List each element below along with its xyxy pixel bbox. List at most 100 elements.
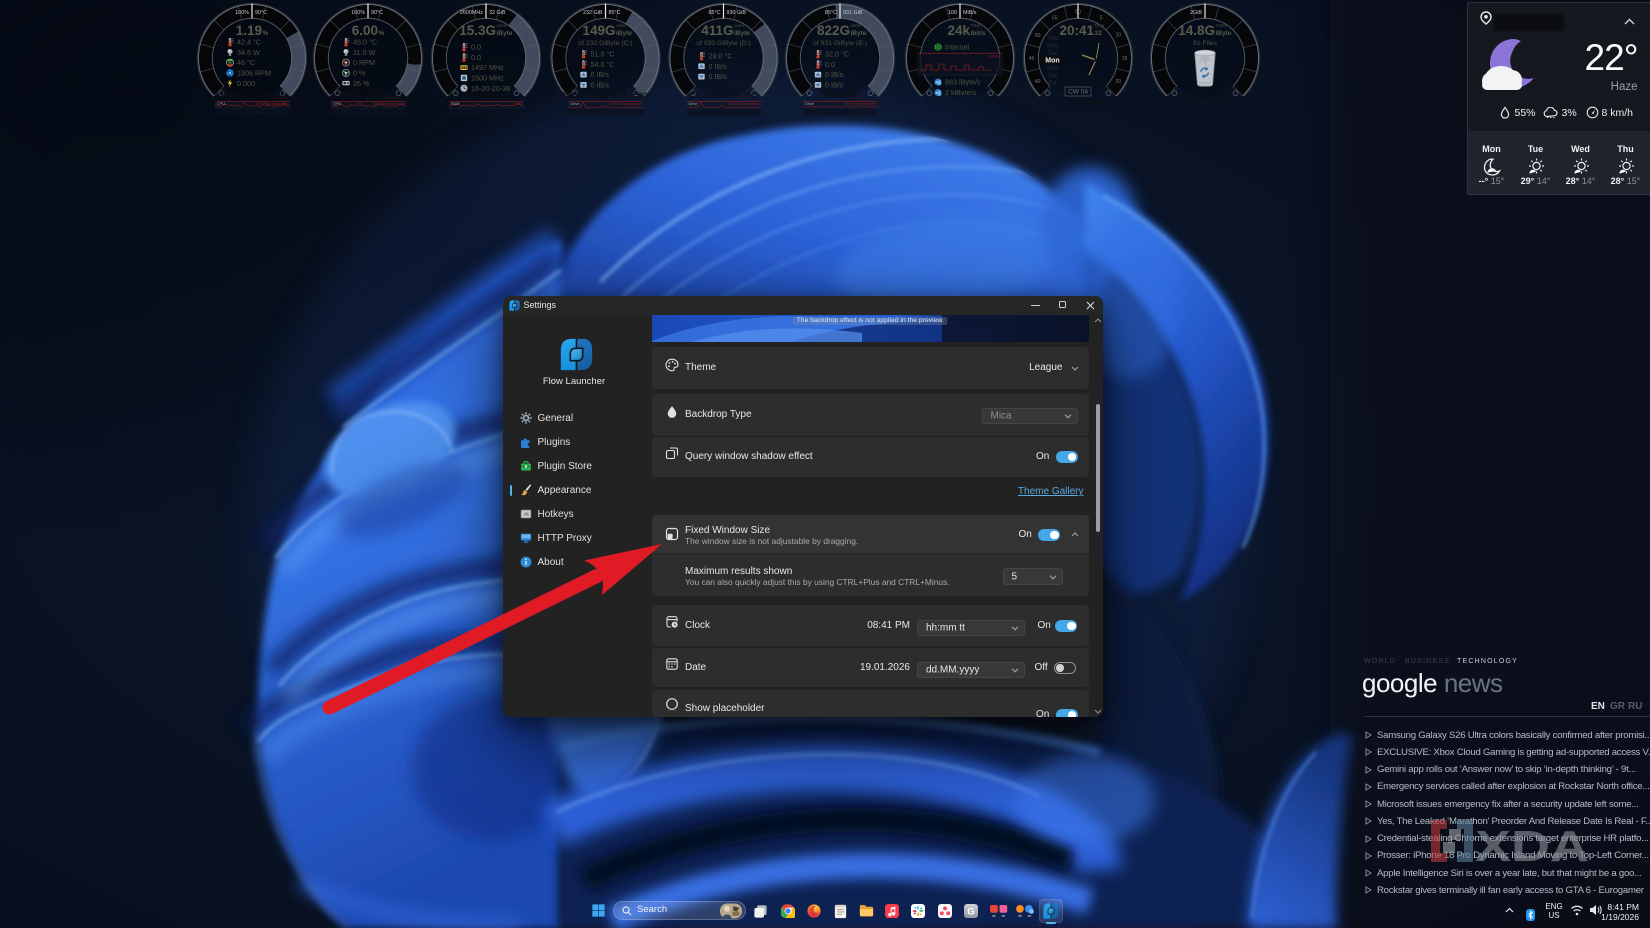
- svg-text:Crucial MX500: Crucial MX500: [689, 90, 758, 101]
- svg-text:Upload: Upload: [988, 55, 1000, 59]
- svg-text:of 931 GiByte (E:): of 931 GiByte (E:): [813, 40, 867, 47]
- svg-text:GTX 1660 Ti: GTX 1660 Ti: [339, 90, 396, 101]
- svg-text:1.19: 1.19: [236, 23, 262, 38]
- svg-text:used: used: [497, 23, 507, 28]
- svg-text:Fri: Fri: [1049, 81, 1056, 87]
- svg-text:0.000: 0.000: [237, 79, 255, 88]
- svg-text:CPU Die (average): CPU Die (average): [256, 102, 289, 106]
- svg-text:100%: 100%: [235, 10, 249, 16]
- svg-text:RAM: RAM: [514, 102, 522, 106]
- svg-text:Sun: Sun: [1047, 66, 1058, 72]
- svg-text:Internet: Internet: [945, 43, 969, 52]
- svg-text:Time: Time: [1095, 23, 1105, 28]
- svg-text:930 GiB: 930 GiB: [727, 10, 747, 16]
- svg-text:32: 32: [1095, 30, 1103, 37]
- svg-text:01-19-2026: 01-19-2026: [1052, 98, 1104, 109]
- svg-text:%: %: [263, 30, 269, 37]
- svg-text:Drive Temperature: Drive Temperature: [845, 102, 876, 106]
- svg-text:CW 04: CW 04: [1068, 89, 1088, 96]
- svg-text:MiB/s: MiB/s: [963, 10, 977, 16]
- svg-text:411G: 411G: [701, 23, 733, 38]
- svg-text:931 GiB: 931 GiB: [843, 10, 863, 16]
- svg-text:iByte: iByte: [497, 30, 513, 37]
- svg-text:Wed: Wed: [1046, 44, 1058, 50]
- svg-text:Drive: Drive: [805, 102, 814, 106]
- svg-text:46.0 °C: 46.0 °C: [353, 38, 377, 47]
- svg-text:Trash: Trash: [1216, 23, 1228, 28]
- svg-text:0 RPM: 0 RPM: [353, 58, 375, 67]
- svg-text:1906 RPM: 1906 RPM: [237, 69, 271, 78]
- svg-text:%: %: [379, 30, 385, 37]
- svg-text:45: 45: [1029, 56, 1035, 62]
- svg-text:100%: 100%: [351, 10, 365, 16]
- svg-text:40: 40: [1035, 79, 1041, 85]
- svg-text:ibit/s: ibit/s: [971, 30, 987, 37]
- svg-text:81 Files: 81 Files: [1193, 40, 1217, 47]
- svg-text:32 GiB: 32 GiB: [489, 10, 506, 16]
- svg-text:used: used: [851, 23, 861, 28]
- svg-text:Drive Temperature: Drive Temperature: [728, 102, 759, 106]
- svg-text:20:41: 20:41: [1059, 23, 1094, 38]
- svg-text:Mon: Mon: [1045, 58, 1059, 65]
- svg-text:32.0 °C: 32.0 °C: [825, 50, 849, 59]
- svg-text:0 IB/s: 0 IB/s: [591, 81, 610, 90]
- svg-text:Drive Temperature: Drive Temperature: [610, 102, 641, 106]
- svg-text:0 IB/s: 0 IB/s: [825, 70, 844, 79]
- svg-text:20: 20: [1116, 79, 1122, 85]
- svg-text:0 IB/s: 0 IB/s: [591, 70, 610, 79]
- svg-text:of 232 GiByte (C:): of 232 GiByte (C:): [578, 40, 632, 47]
- svg-text:54.0 °C: 54.0 °C: [591, 60, 615, 69]
- svg-text:0 IB/s: 0 IB/s: [825, 81, 844, 90]
- svg-text:iByte: iByte: [1216, 30, 1232, 37]
- svg-text:used: used: [734, 23, 744, 28]
- svg-text:CPU: CPU: [217, 102, 225, 106]
- svg-text:0 %: 0 %: [353, 69, 366, 78]
- svg-text:of 930 GiByte (D:): of 930 GiByte (D:): [696, 40, 750, 47]
- svg-text:0 IB/s: 0 IB/s: [709, 72, 728, 81]
- svg-text:RAM: RAM: [451, 102, 459, 106]
- svg-text:85°C: 85°C: [708, 10, 720, 16]
- svg-text:Ryzen 5 3600: Ryzen 5 3600: [221, 90, 284, 101]
- svg-text:2GiB: 2GiB: [1190, 10, 1202, 16]
- svg-text:15: 15: [1122, 56, 1128, 62]
- svg-text:Recycle Bin: Recycle Bin: [1177, 93, 1234, 104]
- svg-text:822G: 822G: [817, 23, 850, 38]
- svg-text:iByte: iByte: [734, 30, 750, 37]
- svg-text:90°C: 90°C: [255, 10, 267, 16]
- svg-text:149G: 149G: [582, 23, 615, 38]
- svg-text:iByte: iByte: [851, 30, 867, 37]
- svg-text:Drive: Drive: [571, 102, 580, 106]
- svg-text:2 kiByte/s: 2 kiByte/s: [945, 88, 977, 97]
- svg-text:46 °C: 46 °C: [237, 58, 255, 67]
- svg-text:Drive: Drive: [689, 102, 698, 106]
- svg-text:GPU: GPU: [333, 102, 341, 106]
- svg-text:55: 55: [1052, 16, 1058, 22]
- svg-text:0.0: 0.0: [825, 60, 835, 69]
- svg-text:XDA: XDA: [1475, 822, 1589, 866]
- svg-text:5: 5: [1100, 16, 1103, 22]
- svg-text:Sat: Sat: [1048, 74, 1057, 80]
- svg-text:15.3G: 15.3G: [459, 23, 496, 38]
- svg-text:1500 MHz: 1500 MHz: [471, 74, 504, 83]
- svg-text:iByte: iByte: [616, 30, 632, 37]
- svg-text:2600MHz: 2600MHz: [460, 10, 483, 16]
- svg-text:34.6 W: 34.6 W: [237, 48, 260, 57]
- svg-text:11.0 W: 11.0 W: [353, 48, 375, 57]
- svg-text:90°C: 90°C: [371, 10, 383, 16]
- svg-text:GPU Temperature: GPU Temperature: [373, 102, 404, 106]
- svg-text:1497 MHz: 1497 MHz: [471, 63, 504, 72]
- svg-text:29.0 °C: 29.0 °C: [709, 52, 733, 61]
- svg-text:60: 60: [1075, 10, 1081, 16]
- svg-text:Storage: Storage: [821, 90, 859, 101]
- svg-text:0 IB/s: 0 IB/s: [709, 62, 728, 71]
- svg-text:Total: Total: [971, 23, 981, 28]
- svg-text:42.4 °C: 42.4 °C: [237, 38, 261, 47]
- svg-text:100: 100: [948, 10, 957, 16]
- svg-text:G: G: [967, 907, 974, 918]
- svg-text:0.0: 0.0: [471, 43, 481, 52]
- svg-text:50: 50: [1035, 33, 1041, 39]
- svg-text:6.00: 6.00: [352, 23, 378, 38]
- svg-text:863 iByte/s: 863 iByte/s: [945, 78, 981, 87]
- svg-text:85°C: 85°C: [609, 10, 621, 16]
- svg-text:232 GiB: 232 GiB: [583, 10, 603, 16]
